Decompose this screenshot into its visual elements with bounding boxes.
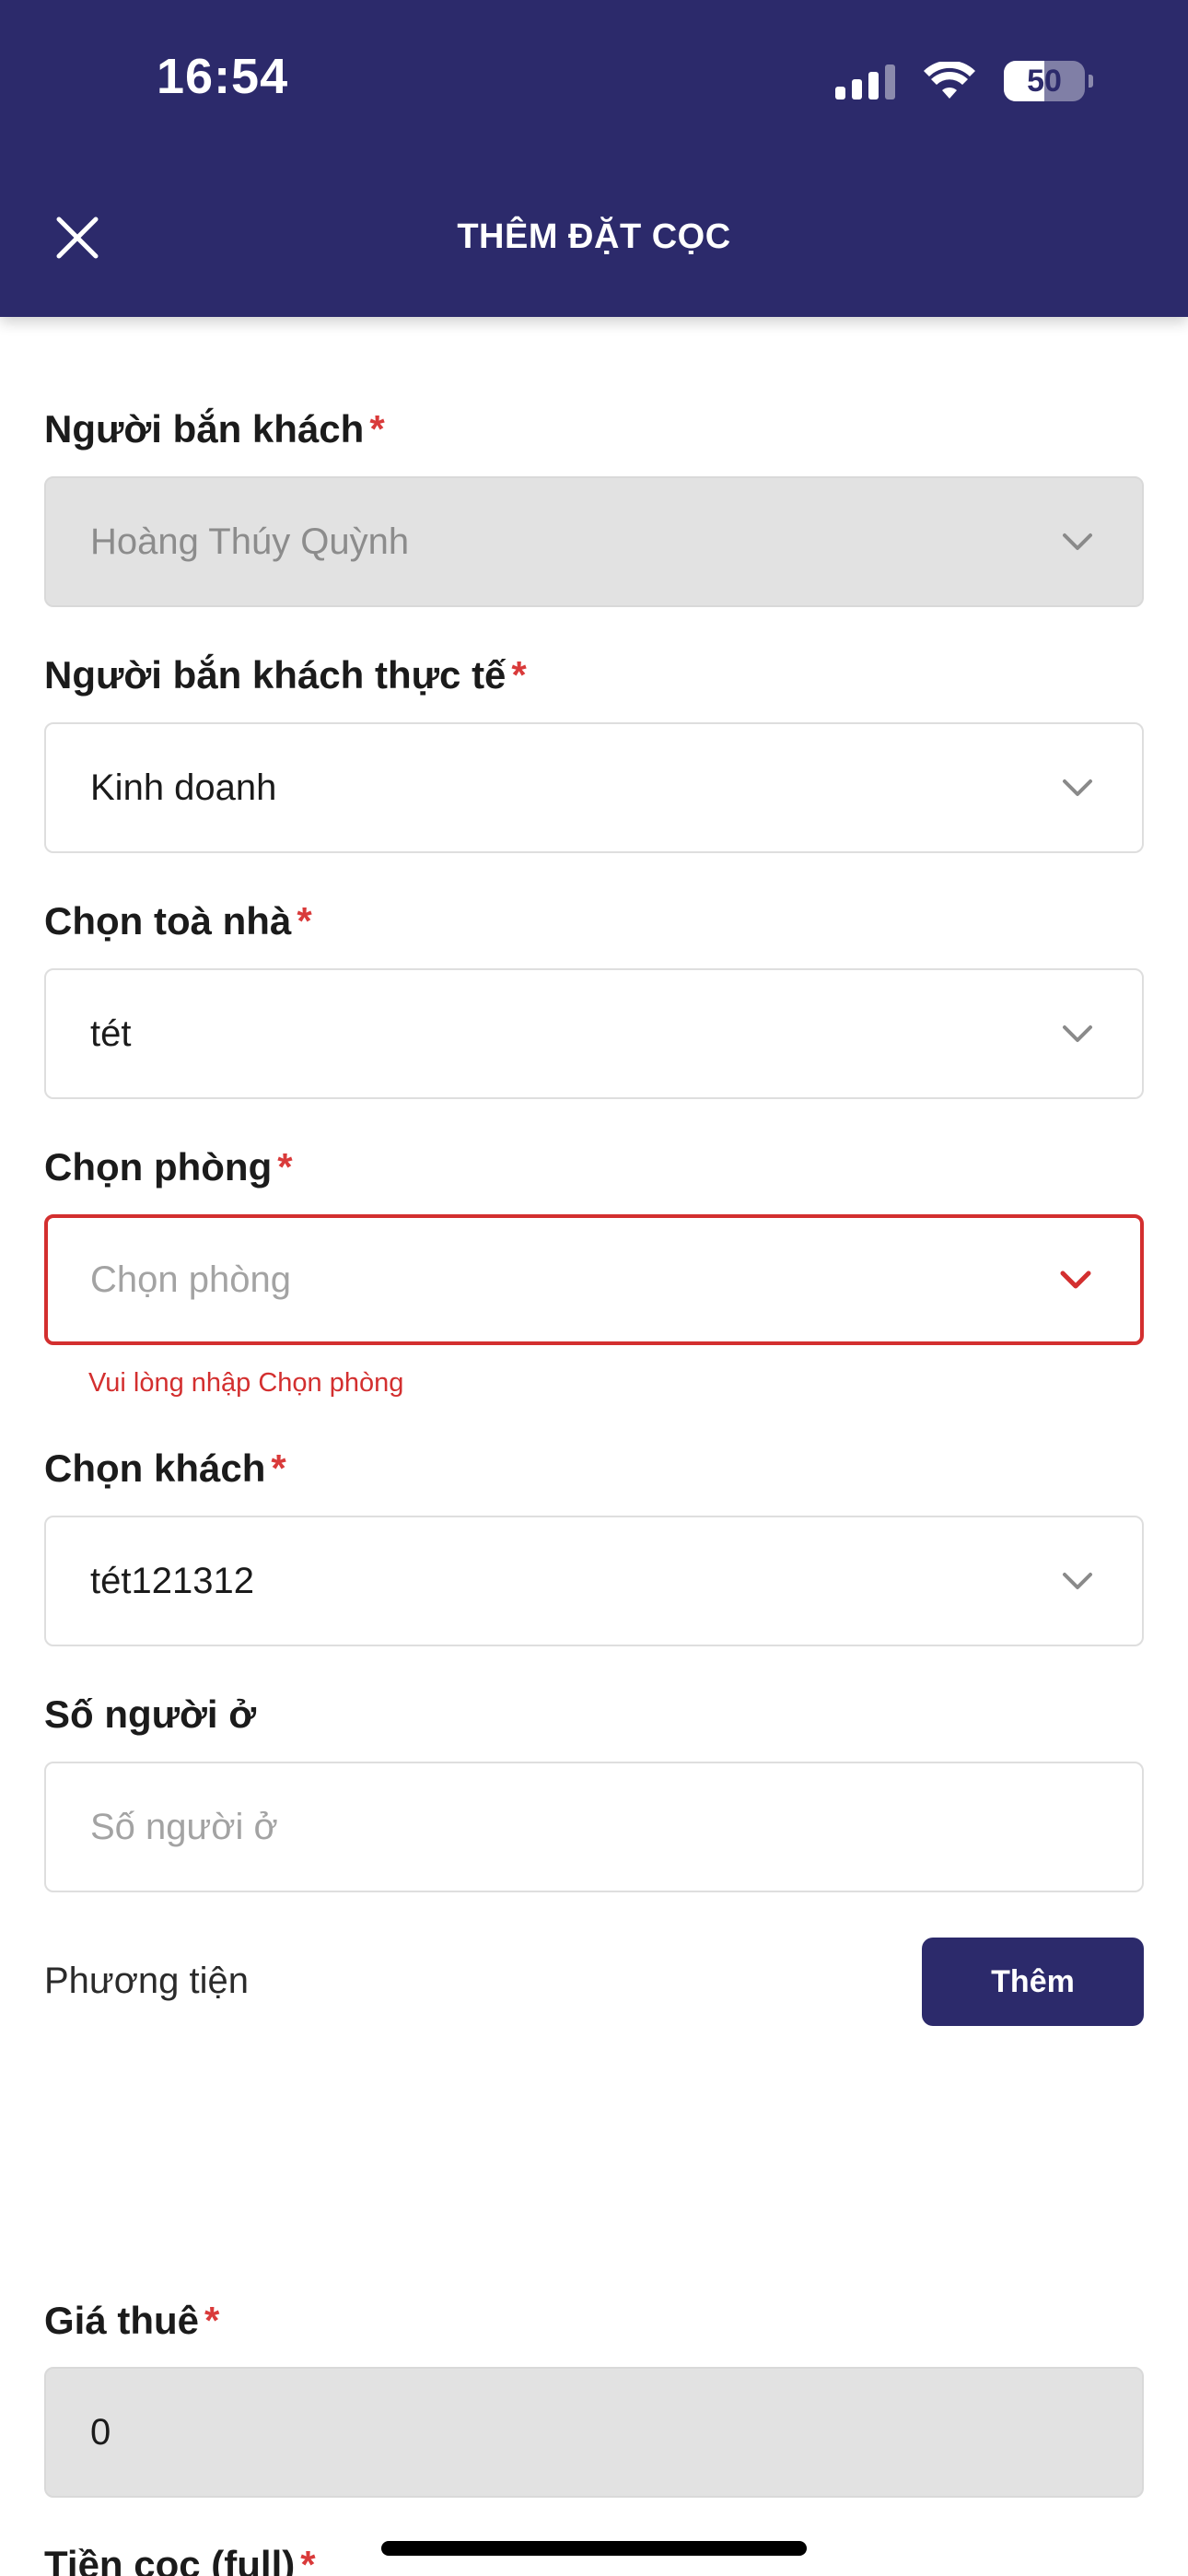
field-label-customer: Chọn khách *: [44, 1446, 286, 1490]
chevron-down-icon: [1063, 1573, 1092, 1589]
chevron-down-icon: [1063, 779, 1092, 796]
sale-person-select: Hoàng Thúy Quỳnh: [44, 476, 1144, 607]
chevron-down-icon: [1063, 1025, 1092, 1042]
occupants-placeholder: Số người ở: [90, 1806, 278, 1847]
status-icons: 50: [835, 57, 1093, 105]
customer-select[interactable]: tét121312: [44, 1516, 1144, 1646]
vehicle-label: Phương tiện: [44, 1961, 250, 2001]
field-label-occupants: Số người ở: [44, 1692, 257, 1736]
chevron-down-icon: [1060, 1270, 1091, 1289]
actual-sale-person-select[interactable]: Kinh doanh: [44, 722, 1144, 853]
battery-icon: 50: [1004, 61, 1093, 101]
screen: 16:54 50 THÊM ĐẶT CỌC Người bắn khách * H…: [0, 0, 1188, 2576]
app-header: 16:54 50 THÊM ĐẶT CỌC: [0, 0, 1188, 317]
status-time: 16:54: [157, 49, 289, 104]
building-value: tét: [90, 1013, 132, 1054]
home-indicator: [381, 2541, 807, 2556]
building-select[interactable]: tét: [44, 968, 1144, 1099]
field-label-building: Chọn toà nhà *: [44, 899, 312, 943]
add-vehicle-button[interactable]: Thêm: [922, 1938, 1144, 2026]
page-title: THÊM ĐẶT CỌC: [457, 217, 731, 256]
field-label-sale-person: Người bắn khách *: [44, 407, 385, 451]
room-placeholder: Chọn phòng: [90, 1259, 291, 1300]
room-error-message: Vui lòng nhập Chọn phòng: [88, 1368, 404, 1398]
rent-input: 0: [44, 2367, 1144, 2498]
cellular-signal-icon: [835, 63, 895, 100]
field-label-rent: Giá thuê *: [44, 2299, 220, 2342]
field-label-actual-sale-person: Người bắn khách thực tế *: [44, 653, 527, 697]
wifi-icon: [924, 62, 975, 99]
field-label-room: Chọn phòng *: [44, 1145, 293, 1188]
battery-level: 50: [1027, 63, 1062, 99]
customer-value: tét121312: [90, 1560, 254, 1601]
room-select[interactable]: Chọn phòng: [44, 1214, 1144, 1345]
rent-value: 0: [90, 2411, 111, 2453]
sale-person-value: Hoàng Thúy Quỳnh: [90, 521, 410, 562]
field-label-deposit: Tiền cọc (full) *: [44, 2543, 316, 2576]
occupants-input[interactable]: Số người ở: [44, 1762, 1144, 1892]
actual-sale-person-value: Kinh doanh: [90, 767, 277, 808]
chevron-down-icon: [1063, 533, 1092, 550]
